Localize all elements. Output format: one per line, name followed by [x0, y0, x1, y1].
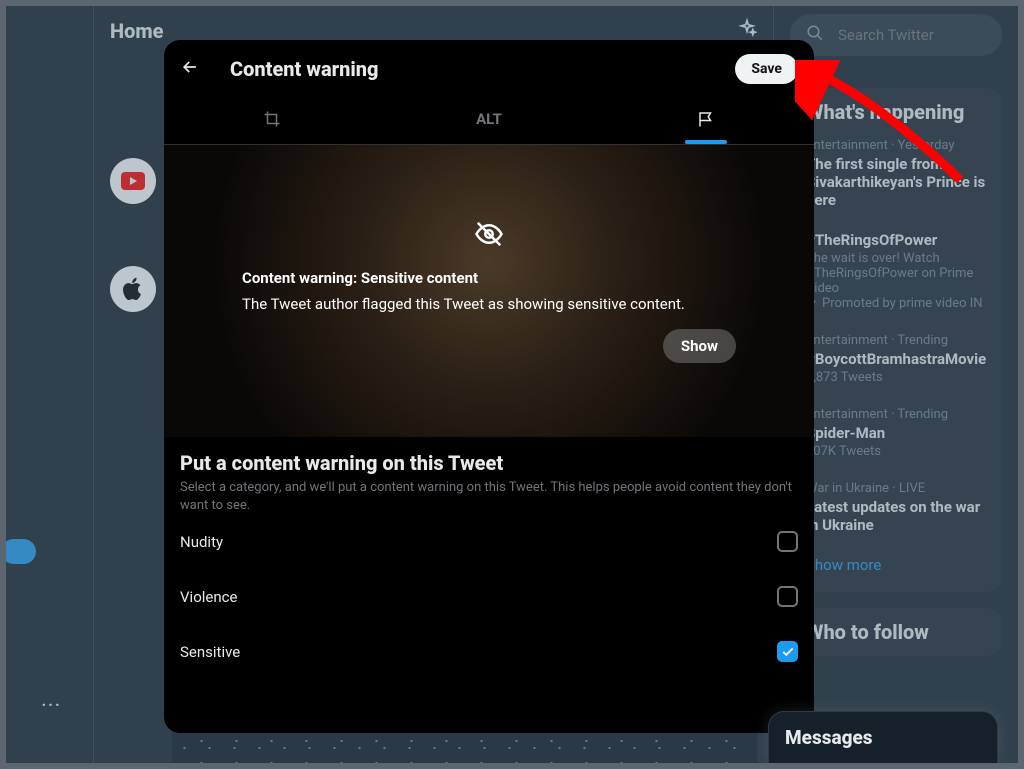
preview-title: Content warning: Sensitive content: [242, 269, 736, 287]
modal-tabs: ALT: [164, 90, 814, 145]
tab-flag[interactable]: [598, 96, 813, 144]
option-sensitive[interactable]: Sensitive: [164, 624, 814, 679]
checkbox-checked[interactable]: [777, 641, 798, 662]
tab-crop[interactable]: [165, 96, 380, 144]
option-label: Violence: [180, 588, 237, 606]
form-help-text: Select a category, and we'll put a conte…: [180, 479, 798, 514]
form-section: Put a content warning on this Tweet Sele…: [164, 437, 814, 514]
modal-title: Content warning: [230, 57, 705, 81]
sensitive-preview: Content warning: Sensitive content The T…: [164, 145, 814, 437]
option-label: Nudity: [180, 533, 223, 551]
eye-off-icon: [242, 219, 736, 253]
tab-alt[interactable]: ALT: [382, 96, 597, 144]
preview-description: The Tweet author flagged this Tweet as s…: [242, 295, 736, 313]
save-button[interactable]: Save: [735, 54, 798, 84]
show-button[interactable]: Show: [663, 329, 736, 363]
option-nudity[interactable]: Nudity: [164, 514, 814, 569]
content-warning-modal: Content warning Save ALT C: [164, 40, 814, 733]
modal-header: Content warning Save: [164, 40, 814, 90]
crop-icon: [263, 114, 281, 132]
back-arrow-icon[interactable]: [180, 57, 200, 82]
checkbox-unchecked[interactable]: [777, 586, 798, 607]
messages-drawer[interactable]: Messages: [768, 711, 998, 763]
form-heading: Put a content warning on this Tweet: [180, 451, 798, 475]
app-frame: ··· Home What's happening: [6, 6, 1018, 763]
option-label: Sensitive: [180, 643, 240, 661]
flag-icon: [697, 114, 715, 132]
option-violence[interactable]: Violence: [164, 569, 814, 624]
tab-indicator: [685, 140, 727, 144]
checkbox-unchecked[interactable]: [777, 531, 798, 552]
